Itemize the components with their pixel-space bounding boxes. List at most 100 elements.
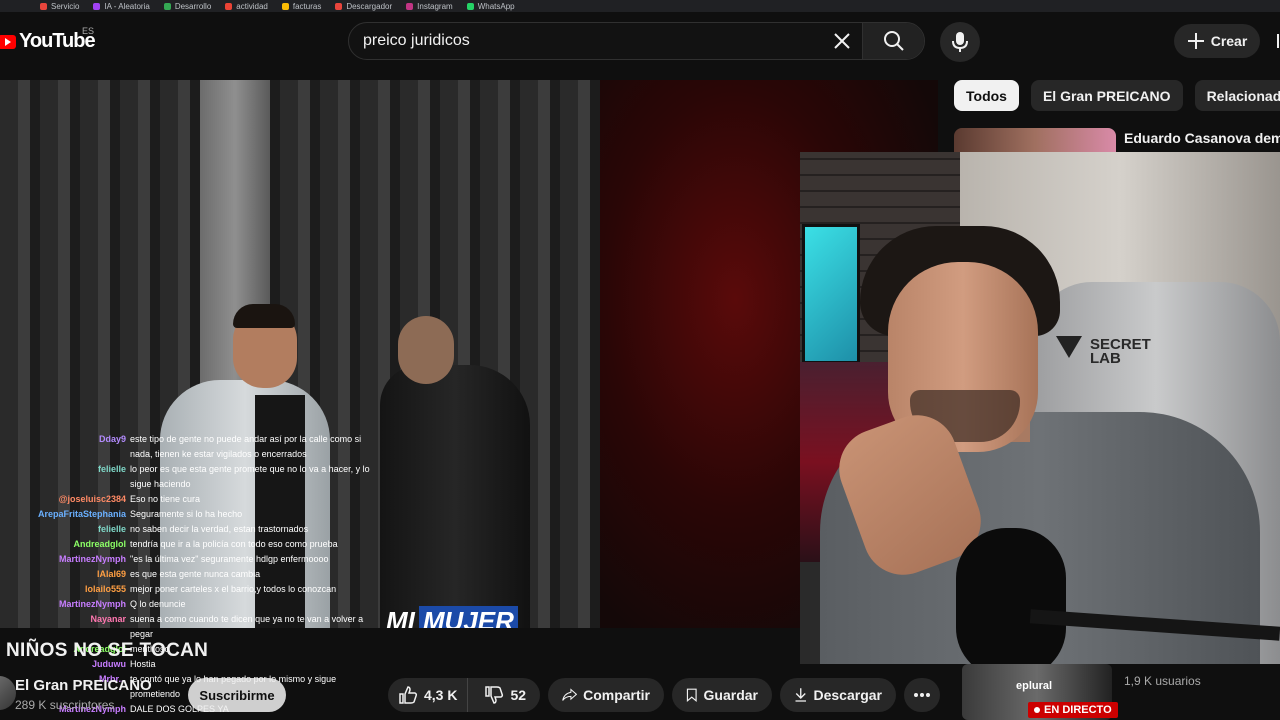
chat-message: felielle no saben decir la verdad, estan … bbox=[0, 522, 380, 537]
chip-channel[interactable]: El Gran PREICANO bbox=[1030, 80, 1183, 111]
chat-text: Q lo denuncie bbox=[130, 599, 186, 609]
search-icon bbox=[883, 31, 904, 51]
search-button[interactable] bbox=[862, 23, 924, 59]
chat-username[interactable]: MartinezNymph bbox=[0, 597, 130, 612]
channel-name[interactable]: El Gran PREICANO bbox=[15, 677, 152, 694]
microphone bbox=[956, 528, 1066, 664]
bookmark-item[interactable]: WhatsApp bbox=[466, 2, 515, 11]
chat-message: ArepaFritaStephania Seguramente si lo ha … bbox=[0, 507, 380, 522]
caption-word: MI bbox=[386, 606, 415, 628]
save-button[interactable]: Guardar bbox=[672, 678, 772, 712]
chat-username[interactable]: Nayanar bbox=[0, 612, 130, 642]
chat-message: Andreadglol tendría que ir a la policía c… bbox=[0, 537, 380, 552]
create-button[interactable]: Crear bbox=[1174, 24, 1260, 58]
related-chips: Todos El Gran PREICANO Relacionados bbox=[954, 80, 1280, 111]
share-label: Compartir bbox=[583, 687, 650, 703]
chip-related[interactable]: Relacionados bbox=[1194, 80, 1280, 111]
chat-text: no saben decir la verdad, estan trastorn… bbox=[130, 524, 309, 534]
live-thumbnail-label: eplural bbox=[1016, 680, 1053, 692]
save-label: Guardar bbox=[703, 687, 758, 703]
bookmark-item[interactable]: facturas bbox=[281, 2, 321, 11]
bookmark-item[interactable]: Instagram bbox=[406, 2, 453, 11]
live-viewer-count: 1,9 K usuarios bbox=[1124, 674, 1201, 688]
chat-username[interactable]: MartinezNymph bbox=[0, 552, 130, 567]
chat-message: MartinezNymph Q lo denuncie bbox=[0, 597, 380, 612]
chat-message: Dday9 este tipo de gente no puede andar a… bbox=[0, 432, 380, 462]
chat-username[interactable]: Andreadglol bbox=[0, 537, 130, 552]
chat-text: suena a como cuando te dicen que ya no t… bbox=[130, 614, 364, 639]
like-button[interactable]: 4,3 K bbox=[388, 678, 469, 712]
share-button[interactable]: Compartir bbox=[548, 678, 664, 712]
chat-text: Eso no tiene cura bbox=[130, 494, 201, 504]
person-right bbox=[380, 365, 530, 628]
create-label: Crear bbox=[1210, 33, 1248, 49]
chat-message: Nayanar suena a como cuando te dicen que … bbox=[0, 612, 380, 642]
chat-message: lAlal69 es que esta gente nunca cambia bbox=[0, 567, 380, 582]
download-icon bbox=[795, 688, 806, 702]
like-count: 4,3 K bbox=[424, 687, 458, 703]
download-button[interactable]: Descargar bbox=[780, 678, 896, 712]
chat-text: mejor poner carteles x el barrio,y todos… bbox=[130, 584, 337, 594]
more-actions-button[interactable] bbox=[904, 678, 940, 712]
bookmark-item[interactable]: IA - Aleatoria bbox=[93, 2, 150, 11]
notifications-icon[interactable] bbox=[1272, 32, 1280, 52]
recommended-thumbnail bbox=[954, 128, 1116, 154]
play-logo-icon bbox=[0, 34, 16, 49]
chat-text: tendría que ir a la policía con todo eso… bbox=[130, 539, 338, 549]
download-label: Descargar bbox=[813, 687, 883, 703]
chat-username[interactable]: lolailo555 bbox=[0, 582, 130, 597]
streamer-webcam: SECRET LAB bbox=[800, 152, 1280, 664]
masthead: YouTube ES Crear bbox=[0, 12, 1280, 70]
chat-username[interactable]: ArepaFritaStephania bbox=[0, 507, 130, 522]
chat-message: lolailo555 mejor poner carteles x el barr… bbox=[0, 582, 380, 597]
live-badge: EN DIRECTO bbox=[1028, 702, 1118, 718]
plus-icon bbox=[1187, 33, 1204, 49]
subscriber-count: 289 K suscriptores bbox=[15, 698, 115, 712]
bookmark-item[interactable]: Desarrollo bbox=[163, 2, 211, 11]
chat-message: MartinezNymph "es la última vez" segurame… bbox=[0, 552, 380, 567]
bookmark-item[interactable]: Servicio bbox=[40, 2, 79, 11]
chat-username[interactable]: felielle bbox=[0, 462, 130, 492]
bookmark-item[interactable]: Descargador bbox=[335, 2, 392, 11]
bookmark-icon bbox=[686, 688, 697, 702]
dislike-button[interactable]: 52 bbox=[474, 678, 536, 712]
bookmark-item[interactable]: actividad bbox=[225, 2, 268, 11]
share-icon bbox=[562, 688, 578, 701]
subscribe-button[interactable]: Suscribirme bbox=[188, 678, 286, 712]
search-input[interactable] bbox=[349, 23, 822, 59]
like-dislike-group: 4,3 K 52 bbox=[388, 678, 540, 712]
thumbs-up-icon bbox=[399, 686, 418, 704]
recommended-title: Eduardo Casanova deman bbox=[1124, 130, 1280, 146]
video-caption: MI MUJER bbox=[386, 606, 518, 628]
chat-text: Seguramente si lo ha hecho bbox=[130, 509, 243, 519]
chair-brand: SECRET LAB bbox=[1090, 336, 1151, 367]
live-badge-label: EN DIRECTO bbox=[1044, 704, 1112, 716]
video-title: NIÑOS NO SE TOCAN bbox=[6, 640, 209, 661]
country-code: ES bbox=[82, 26, 95, 36]
dislike-count: 52 bbox=[510, 687, 527, 703]
thumbs-down-icon bbox=[485, 686, 504, 704]
chat-username[interactable]: Dday9 bbox=[0, 432, 130, 462]
chat-text: lo peor es que esta gente promete que no… bbox=[130, 464, 370, 489]
chat-message: felielle lo peor es que esta gente promet… bbox=[0, 462, 380, 492]
microphone-icon bbox=[952, 32, 968, 52]
secretlab-logo-icon bbox=[1056, 336, 1082, 358]
live-chat-overlay: Dday9 este tipo de gente no puede andar a… bbox=[0, 432, 380, 717]
monitor bbox=[802, 224, 860, 364]
search-box bbox=[348, 22, 925, 60]
chat-text: este tipo de gente no puede andar así po… bbox=[130, 434, 362, 459]
clear-search-button[interactable] bbox=[822, 23, 862, 59]
more-horizontal-icon bbox=[914, 693, 930, 697]
youtube-logo[interactable]: YouTube bbox=[0, 30, 96, 53]
voice-search-button[interactable] bbox=[940, 22, 980, 62]
chat-username[interactable]: @joseluisc2384 bbox=[0, 492, 130, 507]
chat-username[interactable]: felielle bbox=[0, 522, 130, 537]
recommended-video[interactable]: Eduardo Casanova deman bbox=[954, 128, 1280, 154]
chat-username[interactable]: lAlal69 bbox=[0, 567, 130, 582]
close-icon bbox=[834, 33, 850, 49]
bookmarks-bar: Servicio IA - Aleatoria Desarrollo activ… bbox=[0, 0, 1280, 12]
caption-word-highlight: MUJER bbox=[418, 606, 518, 628]
chat-message: @joseluisc2384 Eso no tiene cura bbox=[0, 492, 380, 507]
chat-text: "es la última vez" seguramente hdlgp enf… bbox=[130, 554, 329, 564]
chip-all[interactable]: Todos bbox=[954, 80, 1019, 111]
